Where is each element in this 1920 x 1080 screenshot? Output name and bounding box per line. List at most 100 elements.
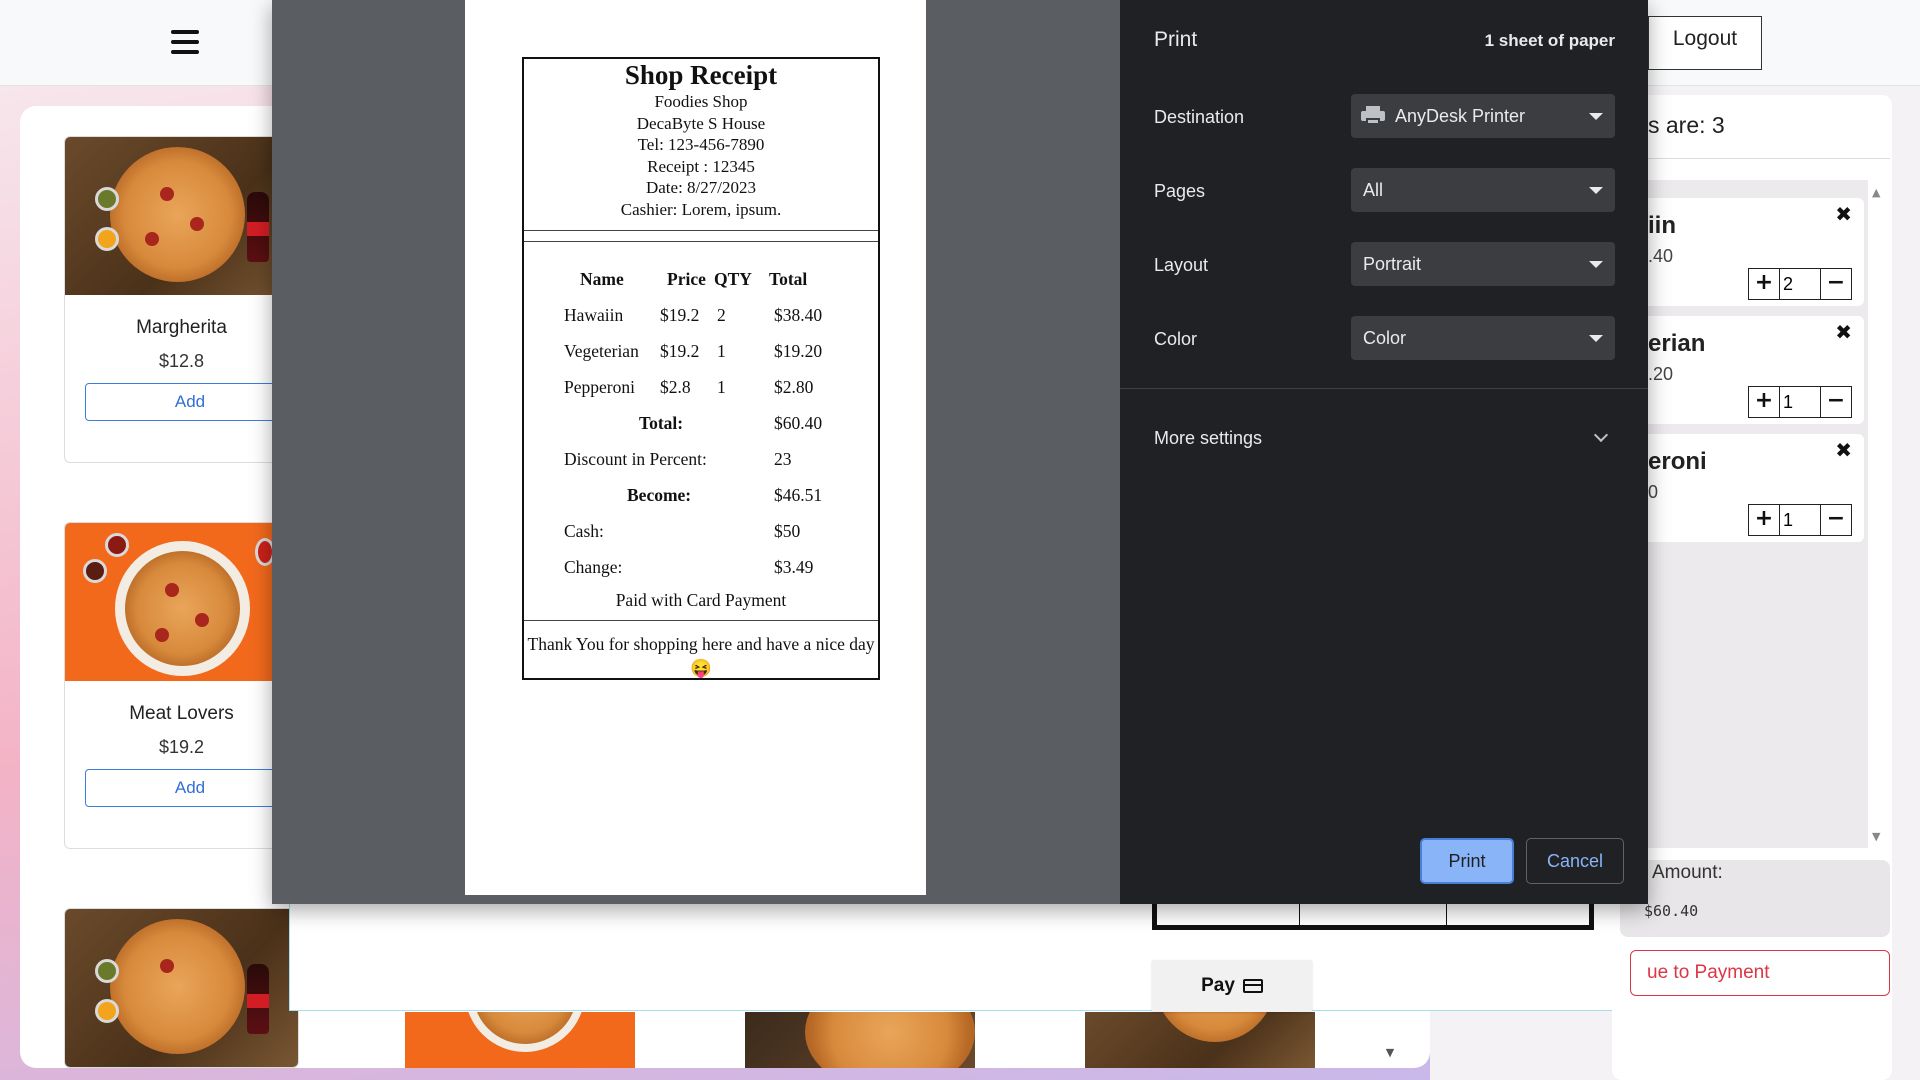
quantity-input[interactable] xyxy=(1779,505,1821,535)
layout-value: Portrait xyxy=(1363,254,1422,274)
product-image xyxy=(745,1012,975,1068)
add-to-cart-button[interactable]: Add xyxy=(85,769,295,807)
change-value: $3.49 xyxy=(774,557,814,577)
receipt-number: Receipt : 12345 xyxy=(647,156,755,176)
receipt-shop-name: Foodies Shop xyxy=(654,92,748,111)
total-value: $60.40 xyxy=(774,413,823,433)
item-price: $2.8 xyxy=(660,377,691,397)
printer-icon xyxy=(1361,106,1385,126)
become-label: Become: xyxy=(627,485,692,505)
color-value: Color xyxy=(1363,328,1407,348)
continue-to-payment-button[interactable]: ue to Payment xyxy=(1630,950,1890,996)
increase-quantity-button[interactable]: + xyxy=(1749,269,1779,299)
item-total: $2.80 xyxy=(774,377,814,397)
item-name: Hawaiin xyxy=(564,305,624,325)
dropdown-arrow-icon xyxy=(1589,113,1603,120)
cart-item-name: erian xyxy=(1648,330,1706,357)
item-qty: 1 xyxy=(717,341,726,361)
color-select[interactable]: Color xyxy=(1351,316,1615,360)
pages-label: Pages xyxy=(1154,181,1206,201)
decrease-quantity-button[interactable]: − xyxy=(1821,269,1851,299)
add-to-cart-button[interactable]: Add xyxy=(85,383,295,421)
cash-value: $50 xyxy=(774,521,801,541)
quantity-stepper: + − xyxy=(1748,386,1852,418)
increase-quantity-button[interactable]: + xyxy=(1749,505,1779,535)
product-card-meat-lovers: Meat Lovers $19.2 Add xyxy=(64,522,299,849)
print-preview-page: Shop Receipt Foodies Shop DecaByte S Hou… xyxy=(465,0,926,895)
hamburger-menu-icon[interactable] xyxy=(171,30,199,54)
amount-label: Amount: xyxy=(1652,862,1723,883)
destination-select[interactable]: AnyDesk Printer xyxy=(1351,94,1615,138)
quantity-stepper: + − xyxy=(1748,504,1852,536)
destination-value: AnyDesk Printer xyxy=(1395,106,1526,126)
decrease-quantity-button[interactable]: − xyxy=(1821,387,1851,417)
receipt-footer: Thank You for shopping here and have a n… xyxy=(527,634,875,678)
product-name: Margherita xyxy=(136,317,227,338)
discount-label: Discount in Percent: xyxy=(564,449,707,469)
discount-value: 23 xyxy=(774,449,792,469)
cart-item-price: .20 xyxy=(1648,364,1674,384)
cart-item: iin .40 ✖ + − xyxy=(1612,198,1864,306)
more-settings-toggle[interactable]: More settings xyxy=(1154,428,1262,449)
pages-select[interactable]: All xyxy=(1351,168,1615,212)
cart-item-name: iin xyxy=(1648,212,1676,239)
receipt-date: Date: 8/27/2023 xyxy=(645,178,756,197)
product-image xyxy=(1085,1012,1315,1068)
quantity-stepper: + − xyxy=(1748,268,1852,300)
item-price: $19.2 xyxy=(660,341,700,361)
remove-item-icon[interactable]: ✖ xyxy=(1835,320,1852,344)
cart-item: erian .20 ✖ + − xyxy=(1612,316,1864,424)
cart-item: eroni 0 ✖ + − xyxy=(1612,434,1864,542)
print-title: Print xyxy=(1154,28,1198,51)
product-image xyxy=(65,523,298,681)
product-name: Meat Lovers xyxy=(129,703,234,724)
print-settings-panel: Print 1 sheet of paper Destination AnyDe… xyxy=(1120,0,1648,904)
product-card xyxy=(64,908,299,1068)
header-total: Total xyxy=(769,269,808,289)
divider xyxy=(524,620,878,621)
pay-label: Pay xyxy=(1201,975,1235,996)
chevron-down-icon[interactable] xyxy=(1593,427,1609,443)
scroll-down-arrow-icon[interactable]: ▼ xyxy=(1382,1046,1398,1062)
divider xyxy=(524,241,878,242)
quantity-input[interactable] xyxy=(1779,387,1821,417)
dropdown-arrow-icon xyxy=(1589,187,1603,194)
cart-count-heading: s are: 3 xyxy=(1648,112,1725,138)
item-total: $38.40 xyxy=(774,305,823,325)
pay-button[interactable]: Pay xyxy=(1152,960,1312,1012)
remove-item-icon[interactable]: ✖ xyxy=(1835,202,1852,226)
divider xyxy=(1620,158,1890,159)
cart-item-price: .40 xyxy=(1648,246,1674,266)
cart-item-name: eroni xyxy=(1648,448,1707,475)
dropdown-arrow-icon xyxy=(1589,335,1603,342)
header-name: Name xyxy=(580,269,624,289)
scroll-down-arrow-icon[interactable]: ▼ xyxy=(1872,830,1880,843)
remove-item-icon[interactable]: ✖ xyxy=(1835,438,1852,462)
cart-item-price: 0 xyxy=(1648,482,1659,502)
credit-card-icon xyxy=(1242,979,1263,993)
cancel-button[interactable]: Cancel xyxy=(1526,838,1624,884)
logout-button[interactable]: Logout xyxy=(1648,16,1762,70)
decrease-quantity-button[interactable]: − xyxy=(1821,505,1851,535)
become-value: $46.51 xyxy=(774,485,823,505)
item-name: Pepperoni xyxy=(564,377,635,397)
product-image xyxy=(65,909,298,1067)
sheet-count: 1 sheet of paper xyxy=(1484,31,1615,50)
increase-quantity-button[interactable]: + xyxy=(1749,387,1779,417)
shop-receipt: Shop Receipt Foodies Shop DecaByte S Hou… xyxy=(522,57,880,680)
receipt-table-bottom xyxy=(1152,900,1594,930)
item-name: Vegeterian xyxy=(564,341,639,361)
print-button[interactable]: Print xyxy=(1420,838,1514,884)
layout-label: Layout xyxy=(1154,255,1209,275)
destination-label: Destination xyxy=(1154,107,1245,127)
receipt-title: Shop Receipt xyxy=(624,60,778,90)
scroll-up-arrow-icon[interactable]: ▲ xyxy=(1872,186,1880,199)
header-price: Price xyxy=(667,269,706,289)
change-label: Change: xyxy=(564,557,623,577)
layout-select[interactable]: Portrait xyxy=(1351,242,1615,286)
product-image xyxy=(405,1012,635,1068)
quantity-input[interactable] xyxy=(1779,269,1821,299)
amount-value: $60.40 xyxy=(1644,902,1699,920)
dropdown-arrow-icon xyxy=(1589,261,1603,268)
item-price: $19.2 xyxy=(660,305,700,325)
